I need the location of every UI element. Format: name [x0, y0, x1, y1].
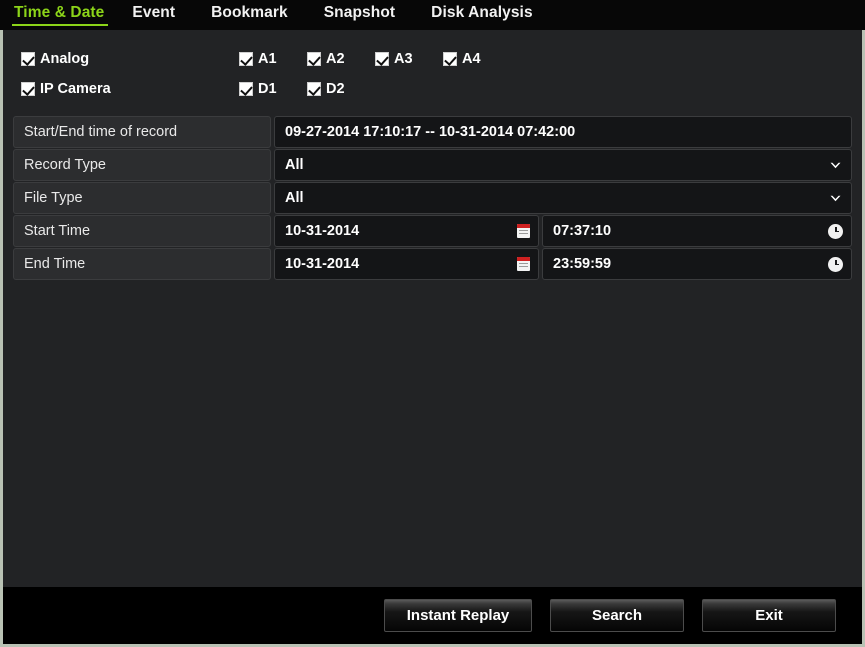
start-time-value: 07:37:10 [553, 223, 612, 239]
end-time-value: 23:59:59 [553, 256, 612, 272]
start-date-value: 10-31-2014 [285, 223, 360, 239]
tab-time-and-date[interactable]: Time & Date [10, 0, 110, 30]
checkbox-label: A2 [326, 51, 345, 67]
exit-button[interactable]: Exit [702, 599, 836, 632]
checkbox-checked-icon [239, 82, 253, 96]
record-range-text: 09-27-2014 17:10:17 -- 10-31-2014 07:42:… [285, 124, 576, 140]
tab-bar: Time & Date Event Bookmark Snapshot Disk… [0, 0, 865, 30]
tab-disk-analysis[interactable]: Disk Analysis [427, 0, 547, 30]
checkbox-label: IP Camera [40, 81, 111, 97]
tab-label: Disk Analysis [431, 4, 533, 21]
empty-results-area [13, 281, 852, 587]
button-label: Exit [755, 607, 783, 624]
calendar-icon[interactable] [517, 257, 530, 271]
chevron-down-icon[interactable] [827, 195, 843, 202]
checkbox-checked-icon [443, 52, 457, 66]
end-date-field[interactable]: 10-31-2014 [274, 248, 539, 280]
record-range-value: 09-27-2014 17:10:17 -- 10-31-2014 07:42:… [274, 116, 852, 148]
checkbox-channel-a1[interactable]: A1 [239, 51, 307, 67]
tab-label: Snapshot [323, 4, 396, 21]
file-type-label: File Type [13, 182, 271, 214]
tab-event[interactable]: Event [128, 0, 189, 30]
checkbox-label: D1 [258, 81, 277, 97]
instant-replay-button[interactable]: Instant Replay [384, 599, 532, 632]
checkbox-checked-icon [239, 52, 253, 66]
record-type-value: All [285, 157, 304, 173]
checkbox-channel-a2[interactable]: A2 [307, 51, 375, 67]
tab-snapshot[interactable]: Snapshot [320, 0, 409, 30]
tab-label: Bookmark [211, 4, 288, 21]
record-type-dropdown[interactable]: All [274, 149, 852, 181]
file-type-dropdown[interactable]: All [274, 182, 852, 214]
checkbox-label: A3 [394, 51, 413, 67]
checkbox-channel-d1[interactable]: D1 [239, 81, 307, 97]
checkbox-checked-icon [307, 82, 321, 96]
checkbox-checked-icon [21, 82, 35, 96]
ip-camera-row: IP Camera D1 D2 [21, 74, 852, 104]
camera-selection-group: Analog A1 A2 A3 A4 IP Camera D1 D2 [21, 44, 852, 104]
checkbox-label: Analog [40, 51, 90, 67]
search-panel-body: Analog A1 A2 A3 A4 IP Camera D1 D2 Start… [3, 30, 862, 587]
end-date-value: 10-31-2014 [285, 256, 360, 272]
clock-icon[interactable] [828, 223, 843, 239]
form-row-record-type: Record Type All [13, 149, 852, 181]
search-panel: Analog A1 A2 A3 A4 IP Camera D1 D2 Start… [0, 30, 865, 647]
calendar-icon[interactable] [517, 224, 530, 238]
checkbox-label: A1 [258, 51, 277, 67]
checkbox-checked-icon [307, 52, 321, 66]
start-time-field[interactable]: 07:37:10 [542, 215, 852, 247]
form-row-start-time: Start Time 10-31-2014 07:37:10 [13, 215, 852, 247]
playback-search-window: Time & Date Event Bookmark Snapshot Disk… [0, 0, 865, 647]
form-row-end-time: End Time 10-31-2014 23:59:59 [13, 248, 852, 280]
chevron-down-icon[interactable] [827, 162, 843, 169]
tab-label: Event [132, 4, 176, 21]
button-label: Instant Replay [406, 607, 510, 624]
checkbox-channel-a3[interactable]: A3 [375, 51, 443, 67]
form-row-file-type: File Type All [13, 182, 852, 214]
end-time-field[interactable]: 23:59:59 [542, 248, 852, 280]
footer-button-bar: Instant Replay Search Exit [3, 587, 862, 644]
button-label: Search [591, 607, 643, 624]
checkbox-label: D2 [326, 81, 345, 97]
end-time-label: End Time [13, 248, 271, 280]
checkbox-channel-a4[interactable]: A4 [443, 51, 511, 67]
clock-icon[interactable] [828, 256, 843, 272]
tab-bookmark[interactable]: Bookmark [207, 0, 302, 30]
search-form: Start/End time of record 09-27-2014 17:1… [13, 116, 852, 281]
checkbox-label: A4 [462, 51, 481, 67]
record-type-label: Record Type [13, 149, 271, 181]
search-button[interactable]: Search [550, 599, 684, 632]
file-type-value: All [285, 190, 304, 206]
tab-label: Time & Date [14, 4, 105, 21]
checkbox-checked-icon [21, 52, 35, 66]
start-time-label: Start Time [13, 215, 271, 247]
checkbox-ip-camera[interactable]: IP Camera [21, 81, 239, 97]
checkbox-analog[interactable]: Analog [21, 51, 239, 67]
checkbox-checked-icon [375, 52, 389, 66]
analog-camera-row: Analog A1 A2 A3 A4 [21, 44, 852, 74]
checkbox-channel-d2[interactable]: D2 [307, 81, 375, 97]
start-date-field[interactable]: 10-31-2014 [274, 215, 539, 247]
form-row-record-range: Start/End time of record 09-27-2014 17:1… [13, 116, 852, 148]
record-range-label: Start/End time of record [13, 116, 271, 148]
